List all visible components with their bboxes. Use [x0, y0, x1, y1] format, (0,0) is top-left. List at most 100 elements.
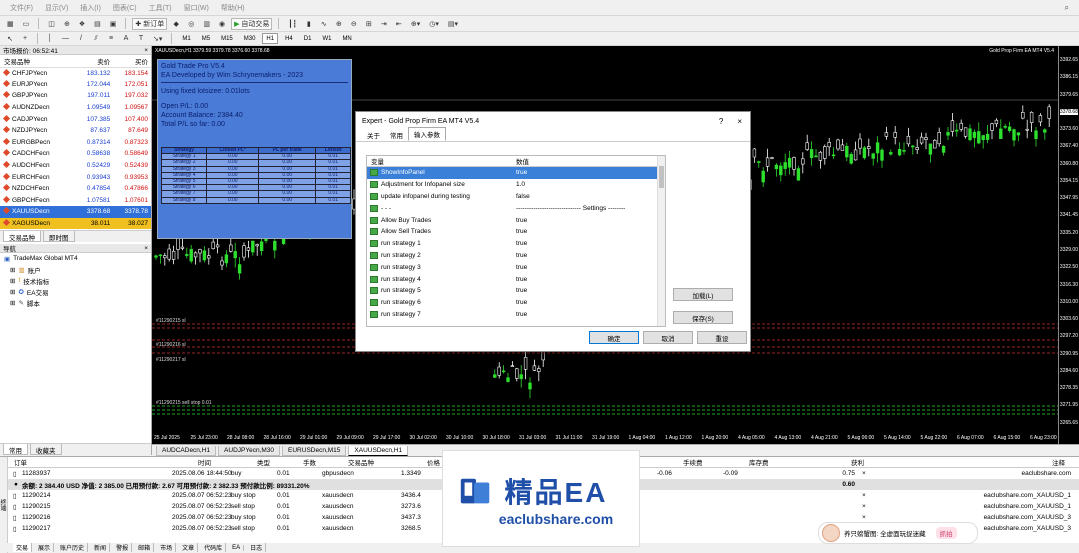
input-value[interactable]: true	[513, 311, 665, 318]
input-value[interactable]: ------------------------------ Settings …	[513, 205, 665, 212]
col-symbol[interactable]: 交易品种	[348, 457, 374, 467]
tf-w1[interactable]: W1	[318, 33, 335, 44]
load-button[interactable]: 加载(L)	[673, 288, 733, 301]
terminal-tab[interactable]: 日志	[247, 543, 267, 552]
tab-about[interactable]: 关于	[362, 129, 385, 141]
terminal-tab[interactable]: 邮箱	[135, 543, 155, 552]
channel-icon[interactable]: ⫽	[90, 33, 102, 45]
reset-button[interactable]: 重设	[697, 331, 747, 344]
col-time[interactable]: 时间	[198, 457, 211, 467]
menu-charts[interactable]: 图表(C)	[107, 3, 143, 13]
line-chart-icon[interactable]: ∿	[318, 18, 330, 30]
help-icon[interactable]: ?	[719, 117, 723, 126]
chart-tab[interactable]: EURUSDecn,M15	[282, 446, 347, 456]
market-watch-row[interactable]: CADJPYecn 107.385 107.400	[0, 113, 151, 125]
arrows-icon[interactable]: ➘▾	[150, 33, 165, 45]
terminal-tab[interactable]: 展示	[35, 543, 55, 552]
zoom-out-icon[interactable]: ⊖	[348, 18, 360, 30]
tf-mn[interactable]: MN	[338, 33, 355, 44]
input-row[interactable]: Allow Buy Trades true	[367, 214, 665, 226]
market-watch-row[interactable]: CHFJPYecn 183.132 183.154	[0, 67, 151, 79]
navigator-icon[interactable]: ❖	[76, 18, 88, 30]
input-row[interactable]: run strategy 4 true	[367, 273, 665, 285]
market-watch-row[interactable]: AUDCHFecn 0.52429 0.52439	[0, 160, 151, 172]
col-ask[interactable]: 买价	[113, 55, 151, 68]
indicators-icon[interactable]: ⊕▾	[408, 18, 423, 30]
cancel-button[interactable]: 取消	[643, 331, 693, 344]
input-row[interactable]: ShowInfoPanel true	[367, 167, 665, 179]
candle-chart-icon[interactable]: ▮	[303, 18, 315, 30]
col-symbol[interactable]: 交易品种	[0, 55, 76, 68]
tf-m1[interactable]: M1	[178, 33, 194, 44]
input-value[interactable]: true	[513, 276, 665, 283]
input-row[interactable]: Adjustment for Infopanel size 1.0	[367, 179, 665, 191]
input-value[interactable]: 1.0	[513, 181, 665, 188]
input-value[interactable]: true	[513, 217, 665, 224]
menu-insert[interactable]: 插入(I)	[74, 3, 107, 13]
data-window-icon[interactable]: ⊕	[61, 18, 73, 30]
input-value[interactable]: true	[513, 169, 665, 176]
market-watch-row[interactable]: XAUUSDecn 3378.68 3378.78	[0, 206, 151, 218]
input-row[interactable]: run strategy 3 true	[367, 261, 665, 273]
scroll-thumb[interactable]	[659, 166, 664, 188]
input-row[interactable]: run strategy 6 true	[367, 297, 665, 309]
community-icon[interactable]: ◉	[216, 18, 228, 30]
input-row[interactable]: run strategy 5 true	[367, 285, 665, 297]
market-watch-icon[interactable]: ◫	[45, 18, 58, 30]
market-watch-row[interactable]: AUDNZDecn 1.09549 1.09567	[0, 102, 151, 114]
col-type[interactable]: 类型	[257, 457, 270, 467]
col-value[interactable]: 数值	[513, 156, 529, 166]
terminal-tab[interactable]: 警报	[113, 543, 133, 552]
market-watch-row[interactable]: EURGBPecn 0.87314 0.87323	[0, 137, 151, 149]
profiles-icon[interactable]: ▭	[20, 18, 33, 30]
chart-tab[interactable]: AUDCADecn,H1	[156, 446, 217, 456]
close-icon[interactable]: ×	[144, 245, 151, 252]
templates-icon[interactable]: ▤▾	[445, 18, 461, 30]
tab-common[interactable]: 常用	[3, 444, 28, 455]
fibonacci-icon[interactable]: ≡	[105, 33, 117, 45]
market-watch-row[interactable]: CADCHFecn 0.58638 0.58649	[0, 148, 151, 160]
vertical-line-icon[interactable]: │	[44, 33, 56, 45]
horizontal-line-icon[interactable]: —	[59, 33, 72, 45]
tab-tick-chart[interactable]: 即时图	[43, 231, 75, 243]
terminal-tab[interactable]: 新闻	[91, 543, 111, 552]
menu-file[interactable]: 文件(F)	[4, 3, 39, 13]
tab-symbols[interactable]: 交易品种	[3, 231, 41, 243]
auto-trading-button[interactable]: ▶ 自动交易	[231, 17, 273, 30]
nav-item-scripts[interactable]: ⊞ ✎ 脚本	[4, 297, 151, 308]
close-order-icon[interactable]: ×	[862, 503, 866, 510]
tab-common[interactable]: 常用	[385, 129, 408, 141]
scrollbar[interactable]	[657, 156, 665, 326]
promo-badge[interactable]: 养只螃蟹图: 全虚面玩捉迷藏 抓拍	[818, 522, 978, 544]
new-chart-icon[interactable]: ▦	[4, 18, 17, 30]
market-watch-row[interactable]: GBPCHFecn 1.07581 1.07601	[0, 195, 151, 207]
terminal-icon[interactable]: ▤	[91, 18, 104, 30]
cursor-icon[interactable]: ↖	[4, 33, 16, 45]
col-order[interactable]: 订单	[14, 457, 27, 467]
col-commission[interactable]: 手续费	[683, 457, 703, 467]
terminal-tab[interactable]: 文章	[179, 543, 199, 552]
terminal-tab[interactable]: 交易	[13, 543, 33, 552]
menu-window[interactable]: 窗口(W)	[178, 3, 215, 13]
input-row[interactable]: Allow Sell Trades true	[367, 226, 665, 238]
crosshair-icon[interactable]: +	[19, 33, 31, 45]
menu-help[interactable]: 帮助(H)	[215, 3, 251, 13]
terminal-tab[interactable]: 市场	[157, 543, 177, 552]
input-row[interactable]: update infopanel during testing false	[367, 191, 665, 203]
input-value[interactable]: true	[513, 252, 665, 259]
tf-d1[interactable]: D1	[300, 33, 316, 44]
col-lots[interactable]: 手数	[303, 457, 316, 467]
col-variable[interactable]: 变量	[367, 156, 513, 166]
col-bid[interactable]: 卖价	[75, 55, 114, 68]
input-value[interactable]: true	[513, 264, 665, 271]
input-value[interactable]: true	[513, 287, 665, 294]
terminal-tab[interactable]: EA	[229, 544, 245, 551]
nav-root[interactable]: ▣ TradeMax Global MT4	[4, 253, 151, 264]
tab-favorites[interactable]: 收藏夹	[30, 444, 62, 455]
input-value[interactable]: true	[513, 228, 665, 235]
input-value[interactable]: false	[513, 193, 665, 200]
search-icon[interactable]: ⌕	[1065, 3, 1069, 13]
close-order-icon[interactable]: ×	[862, 492, 866, 499]
ok-button[interactable]: 确定	[589, 331, 639, 344]
signal-icon[interactable]: ◎	[185, 18, 197, 30]
